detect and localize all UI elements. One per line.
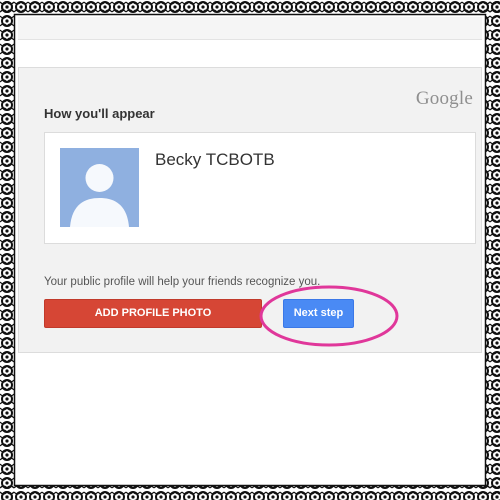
next-step-button[interactable]: Next step [283,299,354,328]
default-person-silhouette-icon [70,164,129,227]
top-header-strip [18,17,482,40]
profile-setup-card: Google How you'll appear Becky TCBOTB Yo… [18,67,482,353]
section-heading: How you'll appear [44,106,155,121]
add-profile-photo-button[interactable]: ADD PROFILE PHOTO [44,299,262,328]
profile-preview-box: Becky TCBOTB [44,132,476,244]
google-logo: Google [415,88,473,109]
helper-text: Your public profile will help your frien… [44,276,321,288]
avatar[interactable] [60,148,139,227]
profile-name: Becky TCBOTB [155,150,275,169]
